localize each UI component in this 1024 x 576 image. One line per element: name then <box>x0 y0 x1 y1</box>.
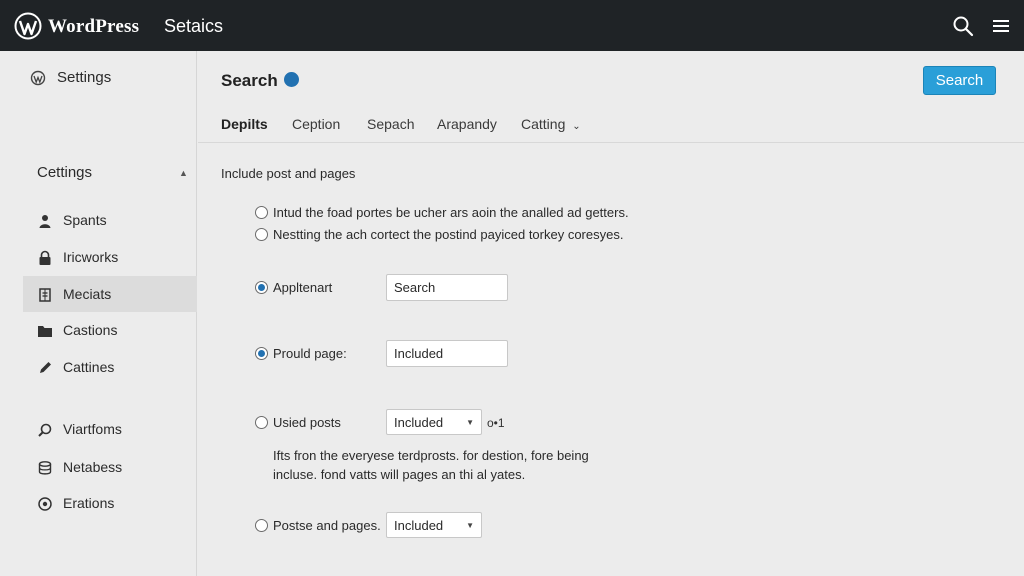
folder-icon <box>38 326 52 337</box>
option-label: Intud the foad portes be ucher ars aoin … <box>273 205 629 220</box>
wordpress-icon <box>30 70 46 86</box>
radio-option-1[interactable] <box>255 206 268 219</box>
select-value: Included <box>394 415 444 430</box>
section-label: Include post and pages <box>221 166 356 181</box>
tab-sepach[interactable]: Sepach <box>367 116 414 132</box>
prould-page-input[interactable] <box>386 340 508 367</box>
sidebar-item-castions[interactable]: Castions <box>23 312 197 348</box>
sidebar-item-label: Castions <box>63 322 118 338</box>
option-label: Postse and pages. <box>273 518 381 533</box>
lock-icon <box>39 250 51 265</box>
sidebar-item-label: Spants <box>63 212 107 228</box>
tab-label: Catting <box>521 116 566 132</box>
tools-icon <box>38 423 52 437</box>
app-title: Setaics <box>164 16 224 36</box>
sidebar-item-viartfoms[interactable]: Viartfoms <box>23 411 197 447</box>
chevron-down-icon: ⌄ <box>572 121 581 132</box>
database-icon <box>38 461 52 475</box>
radio-option-2[interactable] <box>255 228 268 241</box>
option-label: Nestting the ach cortect the postind pay… <box>273 227 624 242</box>
sidebar: Settings Cettings ▲ Spants Iricworks Mec… <box>0 51 197 576</box>
tab-catting[interactable]: Catting ⌄ <box>521 116 581 132</box>
menu-icon[interactable] <box>991 17 1011 35</box>
sidebar-item-cattines[interactable]: Cattines <box>23 349 197 385</box>
sidebar-item-meciats[interactable]: Meciats <box>23 276 197 312</box>
sidebar-item-label: Netabess <box>63 459 123 475</box>
radio-option-3[interactable] <box>255 281 268 294</box>
dropdown-arrow-icon: ▼ <box>466 521 474 530</box>
user-icon <box>39 215 51 228</box>
sidebar-item-spants[interactable]: Spants <box>23 202 197 238</box>
sidebar-item-label: Meciats <box>63 286 112 302</box>
select-value: Included <box>394 518 444 533</box>
tab-ception[interactable]: Ception <box>292 116 340 132</box>
sidebar-item-iricworks[interactable]: Iricworks <box>23 239 197 275</box>
radio-option-5[interactable] <box>255 416 268 429</box>
radio-option-6[interactable] <box>255 519 268 532</box>
search-icon[interactable] <box>952 15 974 37</box>
sidebar-item-label: Erations <box>63 495 115 511</box>
circle-icon <box>38 497 52 511</box>
dropdown-arrow-icon: ▼ <box>466 418 474 427</box>
tab-arapandy[interactable]: Arapandy <box>437 116 497 132</box>
tab-depilts[interactable]: Depilts <box>221 116 268 132</box>
option-label: Prould page: <box>273 346 347 361</box>
postse-pages-select[interactable]: Included ▼ <box>386 512 482 538</box>
sidebar-section-title[interactable]: Cettings <box>37 164 92 181</box>
sidebar-item-label: Settings <box>57 69 112 86</box>
sidebar-item-netabess[interactable]: Netabess <box>23 449 197 485</box>
top-bar: WordPress Setaics <box>0 0 1024 51</box>
page-title: Search <box>221 71 278 90</box>
caret-up-icon[interactable]: ▲ <box>179 168 188 178</box>
usied-posts-select[interactable]: Included ▼ <box>386 409 482 435</box>
pencil-icon <box>40 362 51 373</box>
sidebar-item-label: Cattines <box>63 359 115 375</box>
brand-name[interactable]: WordPress <box>48 16 139 38</box>
tab-divider <box>198 142 1024 143</box>
search-button[interactable]: Search <box>923 66 996 95</box>
option-description: Ifts fron the everyese terdprosts. for d… <box>273 448 589 482</box>
option-label: Usied posts <box>273 415 341 430</box>
sidebar-item-label: Viartfoms <box>63 421 122 437</box>
sidebar-item-label: Iricworks <box>63 249 119 265</box>
option-extra: o•1 <box>487 416 505 430</box>
radio-option-4[interactable] <box>255 347 268 360</box>
media-icon <box>39 288 51 302</box>
appltenart-input[interactable] <box>386 274 508 301</box>
wordpress-logo-icon[interactable] <box>14 12 42 40</box>
sidebar-item-erations[interactable]: Erations <box>23 485 197 521</box>
option-label: Appltenart <box>273 280 333 295</box>
help-icon[interactable] <box>284 72 299 87</box>
main-content: Search Search Depilts Ception Sepach Ara… <box>198 51 1024 576</box>
